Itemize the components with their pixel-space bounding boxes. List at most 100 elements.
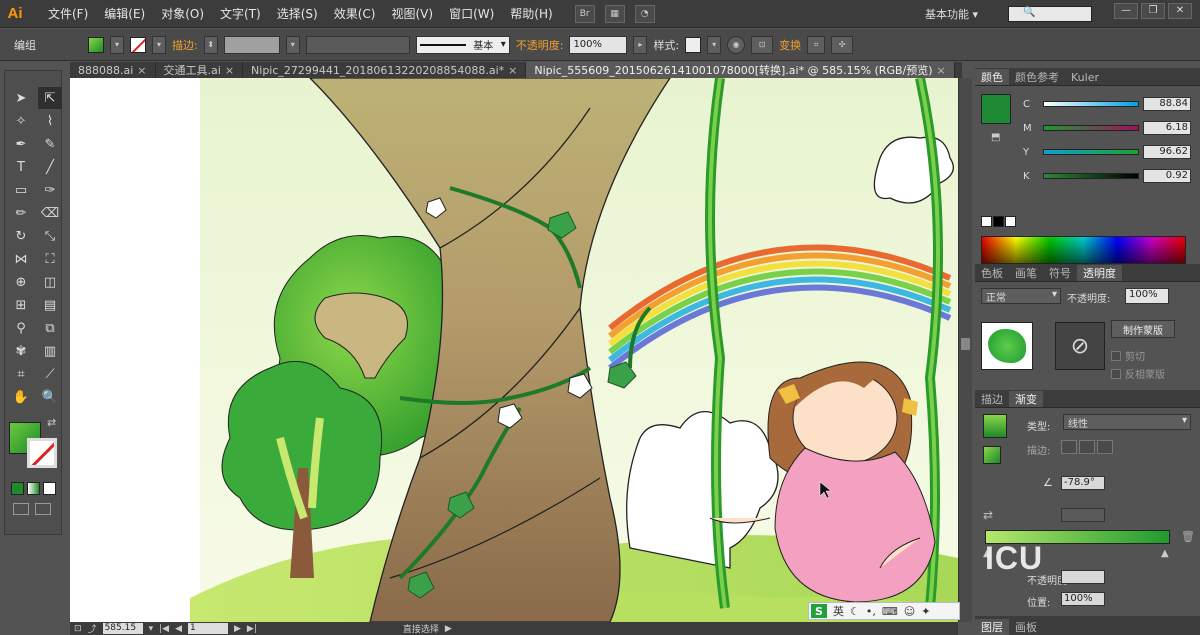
doc-tab-3[interactable]: Nipic_27299441_20180613220208854088.ai* ×: [243, 62, 527, 78]
close-icon[interactable]: ×: [225, 64, 234, 77]
stroke-across-icon[interactable]: [1097, 440, 1113, 454]
gradient-tool-icon[interactable]: ▤: [38, 294, 62, 316]
none-swatch[interactable]: [981, 216, 992, 227]
line-tool-icon[interactable]: ╱: [38, 156, 62, 178]
stop-opacity-input[interactable]: [1061, 570, 1105, 584]
tab-color[interactable]: 颜色: [975, 69, 1009, 85]
minimize-button[interactable]: —: [1114, 3, 1138, 19]
hand-tool-icon[interactable]: ✋: [9, 386, 33, 408]
direct-selection-tool-icon[interactable]: ⇱: [38, 87, 62, 109]
tab-symbols[interactable]: 符号: [1043, 265, 1077, 281]
tab-stroke[interactable]: 描边: [975, 391, 1009, 407]
last-page-icon[interactable]: ▶|: [247, 624, 257, 634]
bridge-icon[interactable]: Br: [574, 4, 595, 23]
zoom-dropdown[interactable]: ▾: [149, 624, 154, 634]
transform-link[interactable]: 变换: [779, 37, 801, 53]
gpu-icon[interactable]: ◔: [634, 4, 655, 23]
value-m[interactable]: 6.18: [1143, 121, 1191, 135]
search-input[interactable]: 🔍: [1008, 6, 1092, 22]
value-c[interactable]: 88.84: [1143, 97, 1191, 111]
stroke-weight-input[interactable]: [223, 35, 280, 54]
menu-select[interactable]: 选择(S): [269, 5, 326, 22]
none-mode-icon[interactable]: [43, 482, 56, 495]
arrange-icon[interactable]: ✣: [831, 35, 854, 54]
aspect-ratio-input[interactable]: [1061, 508, 1105, 522]
transparency-opacity-input[interactable]: 100%: [1125, 288, 1169, 304]
symbol-sprayer-tool-icon[interactable]: ✾: [9, 340, 33, 362]
stroke-dropdown[interactable]: ▾: [152, 35, 166, 54]
slider-y[interactable]: [1043, 149, 1139, 155]
black-swatch[interactable]: [993, 216, 1004, 227]
ime-toolbar[interactable]: S 英 ☾ •, ⌨ ☺ ✦: [808, 602, 960, 620]
rectangle-tool-icon[interactable]: ▭: [9, 179, 33, 201]
value-y[interactable]: 96.62: [1143, 145, 1191, 159]
width-tool-icon[interactable]: ⋈: [9, 248, 33, 270]
color-spectrum[interactable]: [981, 236, 1186, 264]
tab-gradient[interactable]: 渐变: [1009, 391, 1043, 407]
rotate-tool-icon[interactable]: ↻: [9, 225, 33, 247]
tab-layers[interactable]: 图层: [975, 619, 1009, 635]
punctuation-icon[interactable]: •,: [866, 605, 876, 618]
tab-artboards[interactable]: 画板: [1009, 619, 1043, 635]
graphic-style-dropdown[interactable]: ▾: [707, 35, 722, 54]
tab-brushes[interactable]: 画笔: [1009, 265, 1043, 281]
menu-type[interactable]: 文字(T): [212, 5, 269, 22]
close-button[interactable]: ✕: [1168, 3, 1192, 19]
slider-m[interactable]: [1043, 125, 1139, 131]
restore-button[interactable]: ❐: [1141, 3, 1165, 19]
status-menu-icon[interactable]: ▶: [445, 624, 452, 634]
moon-icon[interactable]: ☾: [850, 605, 860, 618]
brush-definition[interactable]: 基本 ▾: [415, 35, 510, 54]
pen-tool-icon[interactable]: ✒: [9, 133, 33, 155]
swap-icon[interactable]: ⇄: [47, 416, 56, 429]
curvature-tool-icon[interactable]: ✎: [38, 133, 62, 155]
wrench-icon[interactable]: ✦: [921, 605, 930, 618]
stroke-weight-dropdown[interactable]: ▾: [285, 35, 300, 54]
artboard-number-input[interactable]: 1: [187, 623, 228, 634]
color-mode-icon[interactable]: [11, 482, 24, 495]
delete-stop-icon[interactable]: 🗑: [1181, 530, 1195, 543]
value-k[interactable]: 0.92: [1143, 169, 1191, 183]
gradient-preview-swatch[interactable]: [983, 414, 1007, 438]
prev-page-icon[interactable]: ◀: [175, 624, 182, 634]
opacity-label[interactable]: 不透明度:: [516, 37, 564, 53]
reverse-gradient-icon[interactable]: ⇄: [983, 508, 993, 522]
user-icon[interactable]: ☺: [904, 605, 915, 618]
lasso-tool-icon[interactable]: ⌇: [38, 110, 62, 132]
tab-color-guide[interactable]: 颜色参考: [1009, 69, 1065, 85]
clip-checkbox[interactable]: 剪切: [1111, 348, 1145, 363]
column-graph-tool-icon[interactable]: ▥: [38, 340, 62, 362]
variable-width-profile[interactable]: [305, 35, 410, 54]
next-page-icon[interactable]: ▶: [234, 624, 241, 634]
stroke-within-icon[interactable]: [1061, 440, 1077, 454]
align-icon[interactable]: ⊡: [751, 35, 774, 54]
slider-c[interactable]: [1043, 101, 1139, 107]
paintbrush-tool-icon[interactable]: ✑: [38, 179, 62, 201]
stroke-along-icon[interactable]: [1079, 440, 1095, 454]
doc-tab-2[interactable]: 交通工具.ai ×: [156, 62, 244, 78]
tab-kuler[interactable]: Kuler: [1065, 69, 1105, 85]
opacity-input[interactable]: 100%: [569, 35, 628, 54]
artboard-canvas[interactable]: [70, 78, 958, 622]
artboard-tool-icon[interactable]: ⌗: [9, 363, 33, 385]
menu-effect[interactable]: 效果(C): [326, 5, 384, 22]
slider-k[interactable]: [1043, 173, 1139, 179]
stroke-swatch[interactable]: [130, 36, 146, 53]
doc-tab-4[interactable]: Nipic_555609_20150626141001078000[转换].ai…: [526, 62, 955, 78]
gradient-type-select[interactable]: 线性 ▾: [1063, 414, 1191, 430]
first-page-icon[interactable]: |◀: [159, 624, 169, 634]
gradient-mode-icon[interactable]: [27, 482, 40, 495]
tab-swatches[interactable]: 色板: [975, 265, 1009, 281]
stroke-label[interactable]: 描边:: [172, 37, 198, 53]
stop-location-input[interactable]: 100%: [1061, 592, 1105, 606]
draw-mode-icon[interactable]: [13, 503, 29, 515]
gradient-angle-input[interactable]: -78.9°: [1061, 476, 1105, 490]
shape-builder-tool-icon[interactable]: ⊕: [9, 271, 33, 293]
eraser-tool-icon[interactable]: ⌫: [38, 202, 62, 224]
blend-mode-select[interactable]: 正常 ▾: [981, 288, 1061, 304]
close-icon[interactable]: ×: [508, 64, 517, 77]
stroke-weight-stepper[interactable]: ⬍: [203, 35, 218, 54]
zoom-input[interactable]: 585.15: [102, 623, 143, 634]
gradient-stroke-swatch[interactable]: [983, 446, 1001, 464]
menu-edit[interactable]: 编辑(E): [96, 5, 153, 22]
